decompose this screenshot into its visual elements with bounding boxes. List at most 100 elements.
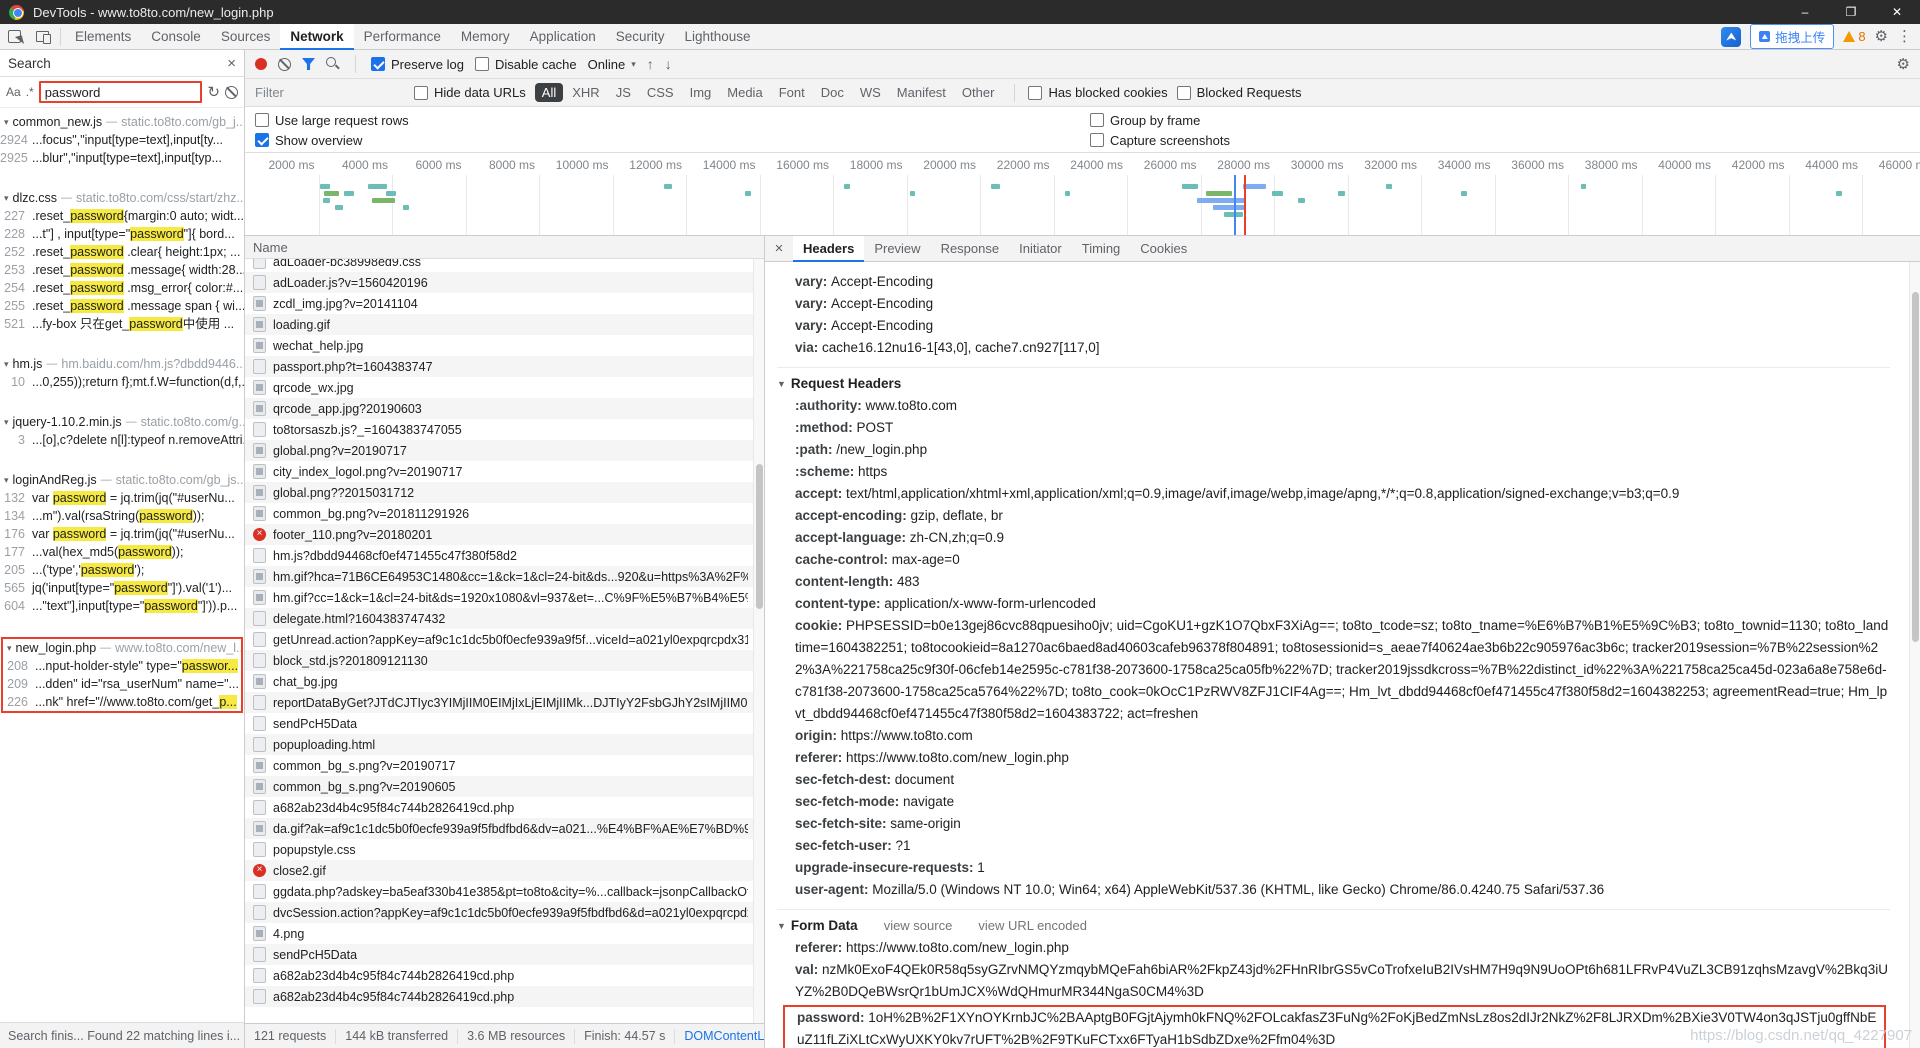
filter-input[interactable] — [255, 85, 405, 100]
search-result-line[interactable]: 604 ..."text"],input[type="password"]')).… — [0, 597, 244, 615]
filter-type-css[interactable]: CSS — [640, 83, 681, 102]
filter-type-img[interactable]: Img — [683, 83, 719, 102]
group-by-frame-checkbox[interactable]: Group by frame — [1090, 113, 1910, 128]
request-row[interactable]: a682ab23d4b4c95f84c744b2826419cd.php — [245, 965, 764, 986]
request-row[interactable]: qrcode_app.jpg?20190603 — [245, 398, 764, 419]
request-row[interactable]: qrcode_wx.jpg — [245, 377, 764, 398]
detail-tab-initiator[interactable]: Initiator — [1009, 236, 1072, 262]
request-row[interactable]: da.gif?ak=af9c1c1dc5b0f0ecfe939a9f5fbdfb… — [245, 818, 764, 839]
filter-type-manifest[interactable]: Manifest — [890, 83, 953, 102]
request-row[interactable]: loading.gif — [245, 314, 764, 335]
request-row[interactable]: common_bg_s.png?v=20190717 — [245, 755, 764, 776]
devtools-tab-performance[interactable]: Performance — [354, 24, 451, 50]
request-row[interactable]: block_std.js?201809121130 — [245, 650, 764, 671]
filter-type-other[interactable]: Other — [955, 83, 1002, 102]
request-row[interactable]: close2.gif — [245, 860, 764, 881]
request-row[interactable]: footer_110.png?v=20180201 — [245, 524, 764, 545]
preserve-log-checkbox[interactable]: Preserve log — [371, 57, 464, 72]
search-result-line[interactable]: 205 ...('type','password'); — [0, 561, 244, 579]
search-file-header[interactable]: ▾ dlzc.css — static.to8to.com/css/start/zhz… — [0, 189, 244, 207]
request-row[interactable]: getUnread.action?appKey=af9c1c1dc5b0f0ec… — [245, 629, 764, 650]
filter-icon[interactable] — [302, 58, 315, 70]
request-row[interactable]: popuploading.html — [245, 734, 764, 755]
devtools-tab-console[interactable]: Console — [141, 24, 211, 50]
request-row[interactable]: chat_bg.jpg — [245, 671, 764, 692]
filter-type-ws[interactable]: WS — [853, 83, 888, 102]
search-result-line[interactable]: 10 ...0,255));return f};mt.f.W=function(d… — [0, 373, 244, 391]
request-list-header[interactable]: Name — [245, 236, 764, 259]
devtools-tab-security[interactable]: Security — [606, 24, 675, 50]
device-toolbar-button[interactable] — [28, 24, 56, 50]
search-result-line[interactable]: 2924 ...focus","input[type=text],input[ty… — [0, 131, 244, 149]
request-row[interactable]: adLoader-bc38998ed9.css — [245, 259, 764, 272]
devtools-tab-application[interactable]: Application — [520, 24, 606, 50]
request-row[interactable]: city_index_logol.png?v=20190717 — [245, 461, 764, 482]
import-har-icon[interactable]: ↑ — [647, 56, 654, 72]
search-result-line[interactable]: 226 ...nk" href="//www.to8to.com/get_p... — [3, 693, 241, 711]
search-result-line[interactable]: 255 .reset_password .message span { wi... — [0, 297, 244, 315]
search-result-line[interactable]: 208 ...nput-holder-style" type="passwor..… — [3, 657, 241, 675]
search-result-line[interactable]: 228 ...t"] , input[type="password"]{ bord… — [0, 225, 244, 243]
inspect-element-button[interactable] — [0, 24, 28, 50]
request-row[interactable]: hm.gif?cc=1&ck=1&cl=24-bit&ds=1920x1080&… — [245, 587, 764, 608]
search-result-line[interactable]: 254 .reset_password .msg_error{ color:#..… — [0, 279, 244, 297]
filter-type-media[interactable]: Media — [720, 83, 769, 102]
search-icon[interactable] — [326, 57, 340, 71]
extension-icon[interactable] — [1721, 26, 1742, 47]
search-result-line[interactable]: 176 var password = jq.trim(jq("#userNu... — [0, 525, 244, 543]
search-result-line[interactable]: 252 .reset_password .clear{ height:1px; .… — [0, 243, 244, 261]
search-result-line[interactable]: 565 jq('input[type="password"]').val('1')… — [0, 579, 244, 597]
request-row[interactable]: global.png?v=20190717 — [245, 440, 764, 461]
filter-type-font[interactable]: Font — [772, 83, 812, 102]
request-row[interactable]: common_bg.png?v=201811291926 — [245, 503, 764, 524]
clear-search-icon[interactable] — [225, 85, 238, 99]
request-row[interactable]: delegate.html?1604383747432 — [245, 608, 764, 629]
request-row[interactable]: common_bg_s.png?v=20190605 — [245, 776, 764, 797]
search-file-header[interactable]: ▾ common_new.js — static.to8to.com/gb_j... — [0, 113, 244, 131]
search-result-line[interactable]: 132 var password = jq.trim(jq("#userNu... — [0, 489, 244, 507]
match-case-toggle[interactable]: Aa — [6, 85, 21, 99]
search-result-line[interactable]: 521 ...fy-box 只在get_password中使用 ... — [0, 315, 244, 333]
detail-tab-preview[interactable]: Preview — [864, 236, 930, 262]
drag-upload-button[interactable]: 拖拽上传 — [1750, 24, 1835, 49]
devtools-tab-sources[interactable]: Sources — [211, 24, 281, 50]
scrollbar-thumb[interactable] — [1912, 292, 1919, 642]
request-row[interactable]: adLoader.js?v=1560420196 — [245, 272, 764, 293]
request-row[interactable]: hm.js?dbdd94468cf0ef471455c47f380f58d2 — [245, 545, 764, 566]
has-blocked-cookies-checkbox[interactable]: Has blocked cookies — [1028, 85, 1168, 100]
settings-button[interactable]: ⚙ — [1875, 29, 1888, 44]
export-har-icon[interactable]: ↓ — [665, 56, 672, 72]
name-column-header[interactable]: Name — [253, 240, 288, 255]
request-row[interactable]: dvcSession.action?appKey=af9c1c1dc5b0f0e… — [245, 902, 764, 923]
show-overview-checkbox[interactable]: Show overview — [255, 133, 1090, 148]
detail-tab-timing[interactable]: Timing — [1072, 236, 1131, 262]
search-result-line[interactable]: 227 .reset_password{margin:0 auto; widt..… — [0, 207, 244, 225]
search-result-line[interactable]: 134 ...m").val(rsaString(password)); — [0, 507, 244, 525]
detail-tab-response[interactable]: Response — [931, 236, 1010, 262]
filter-type-xhr[interactable]: XHR — [565, 83, 606, 102]
disable-cache-checkbox[interactable]: Disable cache — [474, 57, 577, 72]
filter-type-doc[interactable]: Doc — [814, 83, 851, 102]
search-result-line[interactable]: 2925 ...blur","input[type=text],input[typ… — [0, 149, 244, 167]
search-result-line[interactable]: 177 ...val(hex_md5(password)); — [0, 543, 244, 561]
filter-type-all[interactable]: All — [534, 83, 564, 102]
search-result-line[interactable]: 3 ...[o],c?delete n[l]:typeof n.removeAtt… — [0, 431, 244, 449]
search-result-line[interactable]: 253 .reset_password .message{ width:28... — [0, 261, 244, 279]
search-file-header[interactable]: ▾ loginAndReg.js — static.to8to.com/gb_js..… — [0, 471, 244, 489]
search-result-line[interactable]: 209 ...dden" id="rsa_userNum" name="... — [3, 675, 241, 693]
capture-screenshots-checkbox[interactable]: Capture screenshots — [1090, 133, 1910, 148]
record-button[interactable] — [255, 58, 267, 70]
network-overview-timeline[interactable]: 2000 ms 4000 ms 6000 ms 8000 ms 10000 ms 1200… — [245, 153, 1920, 236]
request-row[interactable]: to8torsaszb.js?_=1604383747055 — [245, 419, 764, 440]
devtools-tab-network[interactable]: Network — [280, 23, 354, 50]
throttling-dropdown[interactable]: Online ▾ — [588, 57, 636, 72]
use-large-request-rows-checkbox[interactable]: Use large request rows — [255, 113, 1090, 128]
regex-toggle[interactable]: .* — [26, 85, 34, 99]
detail-scrollbar[interactable] — [1909, 262, 1920, 1048]
request-row[interactable]: sendPcH5Data — [245, 944, 764, 965]
request-row[interactable]: reportDataByGet?JTdCJTIyc3YIMjIIM0EIMjIx… — [245, 692, 764, 713]
request-row[interactable]: 4.png — [245, 923, 764, 944]
form-data-section-title[interactable]: ▼ Form Data view source view URL encoded — [777, 915, 1890, 937]
request-row[interactable]: popupstyle.css — [245, 839, 764, 860]
devtools-tab-lighthouse[interactable]: Lighthouse — [675, 24, 761, 50]
